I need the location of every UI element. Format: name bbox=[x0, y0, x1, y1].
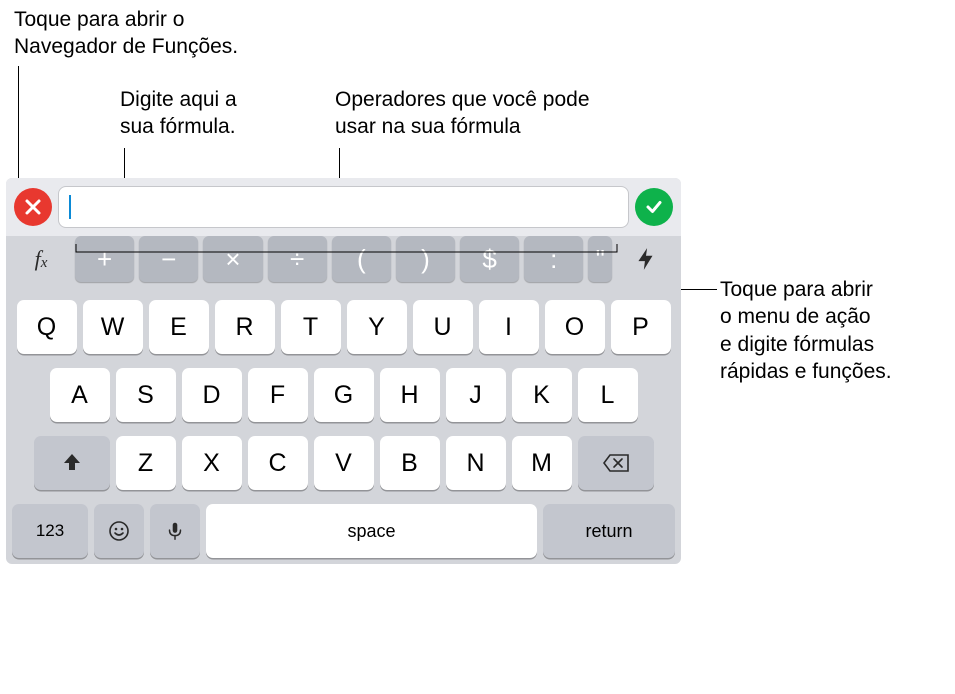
cancel-button[interactable] bbox=[14, 188, 52, 226]
key-m[interactable]: M bbox=[512, 436, 572, 490]
key-e[interactable]: E bbox=[149, 300, 209, 354]
key-numbers[interactable]: 123 bbox=[12, 504, 88, 558]
formula-input[interactable] bbox=[58, 186, 629, 228]
key-z[interactable]: Z bbox=[116, 436, 176, 490]
key-q[interactable]: Q bbox=[17, 300, 77, 354]
key-shift[interactable] bbox=[34, 436, 110, 490]
key-f[interactable]: F bbox=[248, 368, 308, 422]
key-p[interactable]: P bbox=[611, 300, 671, 354]
key-mic[interactable] bbox=[150, 504, 200, 558]
key-a[interactable]: A bbox=[50, 368, 110, 422]
check-icon bbox=[644, 197, 664, 217]
row-3: Z X C V B N M bbox=[12, 436, 675, 490]
shift-icon bbox=[60, 451, 84, 475]
key-v[interactable]: V bbox=[314, 436, 374, 490]
callout-type-formula: Digite aqui a sua fórmula. bbox=[120, 86, 237, 141]
confirm-button[interactable] bbox=[635, 188, 673, 226]
callout-action-menu: Toque para abrir o menu de ação e digite… bbox=[720, 276, 892, 385]
key-h[interactable]: H bbox=[380, 368, 440, 422]
quick-action-button[interactable] bbox=[617, 236, 675, 282]
key-return[interactable]: return bbox=[543, 504, 675, 558]
row-2: A S D F G H J K L bbox=[12, 368, 675, 422]
callout-operators: Operadores que você pode usar na sua fór… bbox=[335, 86, 590, 141]
key-u[interactable]: U bbox=[413, 300, 473, 354]
key-o[interactable]: O bbox=[545, 300, 605, 354]
key-l[interactable]: L bbox=[578, 368, 638, 422]
key-b[interactable]: B bbox=[380, 436, 440, 490]
emoji-icon bbox=[107, 519, 131, 543]
callout-function-browser: Toque para abrir o Navegador de Funções. bbox=[14, 6, 238, 61]
x-icon bbox=[23, 197, 43, 217]
key-s[interactable]: S bbox=[116, 368, 176, 422]
formula-keyboard: fx + − × ÷ ( ) $ : " Q W E R T Y U I O P bbox=[6, 178, 681, 564]
row-1: Q W E R T Y U I O P bbox=[12, 300, 675, 354]
mic-icon bbox=[164, 520, 186, 542]
key-c[interactable]: C bbox=[248, 436, 308, 490]
key-backspace[interactable] bbox=[578, 436, 654, 490]
key-d[interactable]: D bbox=[182, 368, 242, 422]
text-cursor bbox=[69, 195, 71, 219]
key-t[interactable]: T bbox=[281, 300, 341, 354]
key-y[interactable]: Y bbox=[347, 300, 407, 354]
key-n[interactable]: N bbox=[446, 436, 506, 490]
formula-bar-row bbox=[6, 178, 681, 236]
qwerty-rows: Q W E R T Y U I O P A S D F G H J K L bbox=[6, 288, 681, 558]
key-k[interactable]: K bbox=[512, 368, 572, 422]
key-j[interactable]: J bbox=[446, 368, 506, 422]
flash-icon bbox=[633, 246, 659, 272]
row-4: 123 space return bbox=[12, 504, 675, 558]
key-space[interactable]: space bbox=[206, 504, 537, 558]
key-w[interactable]: W bbox=[83, 300, 143, 354]
key-g[interactable]: G bbox=[314, 368, 374, 422]
backspace-icon bbox=[602, 453, 630, 473]
operators-bracket bbox=[75, 244, 618, 260]
key-i[interactable]: I bbox=[479, 300, 539, 354]
key-emoji[interactable] bbox=[94, 504, 144, 558]
function-browser-button[interactable]: fx bbox=[12, 236, 70, 282]
key-r[interactable]: R bbox=[215, 300, 275, 354]
key-x[interactable]: X bbox=[182, 436, 242, 490]
